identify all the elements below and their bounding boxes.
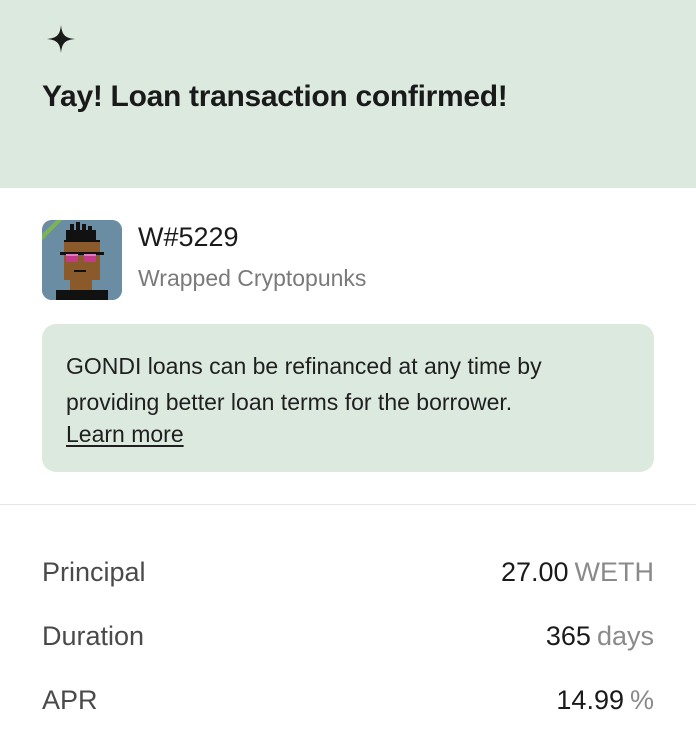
detail-value: 365 days: [545, 620, 654, 651]
detail-label: APR: [42, 684, 98, 715]
nft-collection-name: Wrapped Cryptopunks: [138, 265, 367, 291]
confirmation-header: Yay! Loan transaction confirmed!: [0, 0, 696, 188]
detail-row-apr: APR 14.99%: [42, 680, 654, 720]
detail-unit: days: [596, 620, 654, 651]
learn-more-link[interactable]: Learn more: [66, 420, 184, 448]
detail-value: 27.00 WETH: [500, 556, 654, 587]
page-title: Yay! Loan transaction confirmed!: [42, 80, 508, 113]
section-divider: [0, 504, 696, 505]
detail-unit: %: [629, 684, 654, 715]
sparkle-icon: [47, 25, 75, 53]
detail-label: Duration: [42, 620, 145, 651]
refinance-info-box: GONDI loans can be refinanced at any tim…: [42, 324, 654, 472]
detail-unit: WETH: [574, 556, 654, 587]
cryptopunk-avatar: [42, 220, 122, 300]
detail-label: Principal: [42, 556, 146, 587]
detail-row-principal: Principal 27.00 WETH: [42, 552, 654, 592]
nft-thumbnail: [42, 220, 122, 300]
detail-value: 14.99%: [556, 684, 654, 715]
refinance-info-text: GONDI loans can be refinanced at any tim…: [66, 353, 542, 415]
detail-row-duration: Duration 365 days: [42, 616, 654, 656]
nft-name: W#5229: [138, 222, 239, 252]
